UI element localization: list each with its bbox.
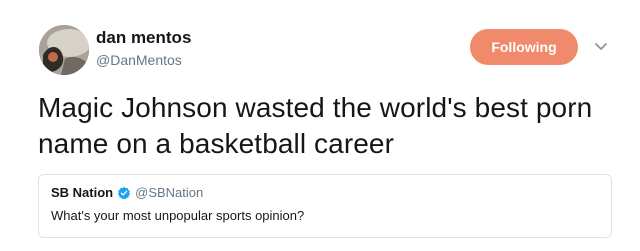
verified-badge-icon xyxy=(118,186,131,200)
quoted-display-name: SB Nation xyxy=(51,185,114,200)
author-block: dan mentos @DanMentos xyxy=(96,28,191,69)
chevron-down-icon[interactable] xyxy=(592,37,610,55)
quoted-tweet[interactable]: SB Nation @SBNation What's your most unp… xyxy=(38,174,612,238)
quoted-tweet-header: SB Nation @SBNation xyxy=(51,185,599,201)
tweet-text: Magic Johnson wasted the world's best po… xyxy=(38,92,593,159)
author-handle[interactable]: @DanMentos xyxy=(96,51,191,69)
author-display-name[interactable]: dan mentos xyxy=(96,28,191,48)
quoted-tweet-text: What's your most unpopular sports opinio… xyxy=(51,208,305,223)
quoted-handle: @SBNation xyxy=(135,185,204,200)
tweet-card: dan mentos @DanMentos Following Magic Jo… xyxy=(0,0,640,251)
following-button[interactable]: Following xyxy=(470,29,578,65)
avatar-image xyxy=(39,25,89,75)
avatar[interactable] xyxy=(39,25,89,75)
